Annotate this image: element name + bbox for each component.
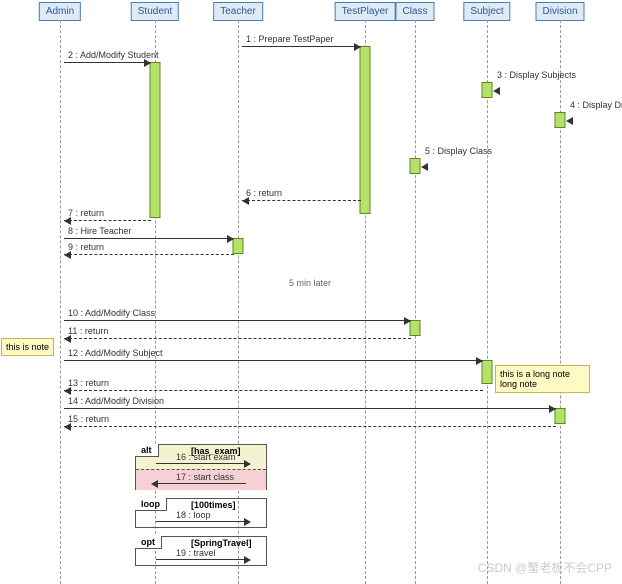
message-label: 3 : Display Subjects (497, 70, 576, 80)
arrowhead (566, 117, 573, 125)
arrowhead (64, 251, 71, 259)
arrowhead (64, 335, 71, 343)
message-label: 9 : return (68, 242, 104, 252)
note-left: this is note (1, 338, 54, 356)
fragment-label: opt (135, 536, 162, 549)
divider-text: 5 min later (289, 278, 331, 288)
activation-bar (410, 158, 421, 174)
fragment-loop: 18 : loop loop [100times] (135, 498, 267, 528)
message-label: 5 : Display Class (425, 146, 492, 156)
message-arrow (64, 320, 411, 321)
participant-subject: Subject (463, 2, 510, 21)
message-arrow (64, 254, 234, 255)
arrowhead (244, 556, 251, 564)
arrowhead (421, 163, 428, 171)
lifeline-division (560, 20, 561, 584)
arrowhead (242, 197, 249, 205)
activation-bar (555, 112, 566, 128)
lifeline-subject (487, 20, 488, 584)
arrowhead (493, 87, 500, 95)
message-arrow (156, 483, 246, 484)
participant-division: Division (535, 2, 584, 21)
activation-bar (482, 360, 493, 384)
lifeline-admin (60, 20, 61, 584)
arrowhead (64, 423, 71, 431)
message-label: 15 : return (68, 414, 109, 424)
message-arrow (64, 338, 411, 339)
fragment-label: loop (135, 498, 167, 511)
message-arrow (242, 46, 361, 47)
message-label: 2 : Add/Modify Student (68, 50, 159, 60)
fragment-opt: 19 : travel opt [SpringTravel] (135, 536, 267, 566)
message-label: 6 : return (246, 188, 282, 198)
arrowhead (151, 480, 158, 488)
message-label: 14 : Add/Modify Division (68, 396, 164, 406)
message-label: 19 : travel (176, 548, 216, 558)
arrowhead (404, 317, 411, 325)
activation-bar (233, 238, 244, 254)
message-label: 4 : Display Division (570, 100, 622, 110)
participant-student: Student (131, 2, 179, 21)
arrowhead (64, 387, 71, 395)
participant-class: Class (395, 2, 434, 21)
fragment-guard: [100times] (191, 500, 236, 510)
participant-teacher: Teacher (213, 2, 263, 21)
message-label: 18 : loop (176, 510, 211, 520)
message-arrow (242, 200, 361, 201)
message-arrow (64, 238, 234, 239)
message-label: 11 : return (68, 326, 108, 336)
fragment-label: alt (135, 444, 159, 457)
arrowhead (244, 518, 251, 526)
message-label: 1 : Prepare TestPaper (246, 34, 333, 44)
arrowhead (144, 59, 151, 67)
message-arrow (64, 360, 483, 361)
message-label: 10 : Add/Modify Class (68, 308, 155, 318)
arrowhead (64, 217, 71, 225)
participant-admin: Admin (39, 2, 81, 21)
fragment-guard: [has_exam] (191, 446, 241, 456)
note-right: this is a long note long note (495, 365, 590, 393)
arrowhead (549, 405, 556, 413)
participant-testplayer: TestPlayer (335, 2, 396, 21)
lifeline-class (415, 20, 416, 584)
message-arrow (156, 463, 246, 464)
activation-bar (555, 408, 566, 424)
message-label: 12 : Add/Modify Subject (68, 348, 163, 358)
message-label: 7 : return (68, 208, 104, 218)
message-arrow (64, 408, 556, 409)
activation-bar (482, 82, 493, 98)
arrowhead (476, 357, 483, 365)
activation-bar (360, 46, 371, 214)
message-label: 17 : start class (176, 472, 234, 482)
message-arrow (64, 426, 556, 427)
arrowhead (227, 235, 234, 243)
message-label: 13 : return (68, 378, 109, 388)
activation-bar (150, 62, 161, 218)
message-arrow (64, 62, 151, 63)
fragment-guard: [SpringTravel] (191, 538, 252, 548)
message-arrow (64, 220, 151, 221)
message-arrow (156, 521, 246, 522)
watermark: CSDN @蟹老板不会CPP (478, 559, 612, 576)
activation-bar (410, 320, 421, 336)
arrowhead (244, 460, 251, 468)
message-arrow (156, 559, 246, 560)
fragment-alt: 16 : start exam17 : start classalt[has_e… (135, 444, 267, 490)
message-label: 8 : Hire Teacher (68, 226, 131, 236)
message-arrow (64, 390, 483, 391)
arrowhead (354, 43, 361, 51)
